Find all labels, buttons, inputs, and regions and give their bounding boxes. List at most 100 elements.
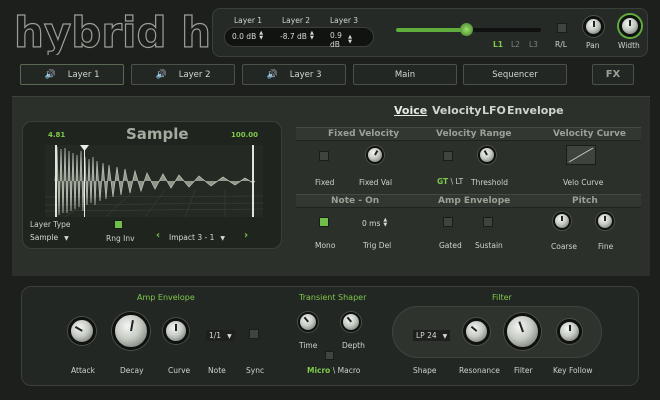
micro-label: Micro (307, 366, 331, 375)
layer-type-value: Sample (30, 233, 59, 242)
layer2-level-spinner[interactable]: -8.7 dB ▲ ▼ (280, 31, 314, 41)
layer-mix-slider-handle[interactable] (460, 23, 473, 36)
micro-macro-separator: \ (330, 366, 338, 375)
tab-layer-2-label: Layer 2 (178, 69, 211, 80)
tab-layer-3[interactable]: 🔊 Layer 3 (242, 64, 346, 85)
layer-type-label: Layer Type (30, 220, 71, 229)
curve-knob[interactable] (163, 318, 189, 344)
trig-del-spinner[interactable]: 0 ms ▲ ▼ (362, 218, 387, 228)
note-value: 1/1 (209, 331, 222, 340)
amp-envelope-title: Amp Envelope (137, 293, 195, 302)
fixed-checkbox[interactable] (319, 151, 329, 161)
coarse-label: Coarse (551, 242, 578, 251)
trig-del-value: 0 ms (362, 218, 381, 228)
filter-title: Filter (492, 293, 512, 302)
tab-layer-1-label: Layer 1 (67, 69, 100, 80)
width-label: Width (618, 41, 640, 50)
prev-sample-icon[interactable]: ‹ (156, 230, 160, 241)
attack-knob[interactable] (68, 317, 96, 345)
depth-knob[interactable] (341, 312, 361, 332)
layer-type-dropdown[interactable]: Sample (30, 233, 69, 242)
decay-knob[interactable] (112, 312, 150, 350)
sample-select-dropdown[interactable]: Impact 3 - 1 (169, 233, 225, 242)
layer-level-group: Layer 1 Layer 2 Layer 3 0.0 dB ▲ ▼ -8.7 dB… (224, 16, 374, 50)
filter-shape-label: Shape (413, 366, 437, 375)
tab-layer-3-label: Layer 3 (289, 69, 322, 80)
layer3-level-label: Layer 3 (330, 16, 359, 25)
note-on-title: Note - On (331, 196, 380, 206)
amp-envelope-small-title: Amp Envelope (438, 196, 511, 206)
rl-label: R/L (555, 40, 567, 49)
tab-main-label: Main (394, 69, 416, 80)
tab-layer-2[interactable]: 🔊 Layer 2 (131, 64, 235, 85)
velocity-range-title: Velocity Range (436, 129, 512, 139)
filter-shape-value: LP 24 (416, 331, 437, 340)
width-knob[interactable] (619, 15, 641, 37)
micro-macro-checkbox[interactable] (325, 351, 334, 360)
fixed-val-knob[interactable] (366, 146, 384, 164)
fine-knob[interactable] (596, 212, 614, 230)
time-label: Time (299, 341, 318, 350)
layer1-level-label: Layer 1 (234, 16, 263, 25)
sync-checkbox[interactable] (249, 329, 259, 339)
velo-curve-label: Velo Curve (563, 178, 604, 187)
tab-sequencer[interactable]: Sequencer (463, 64, 567, 85)
subtab-velocity[interactable]: Velocity (432, 104, 481, 117)
transient-shaper-title: Transient Shaper (299, 293, 367, 302)
filter-knob[interactable] (504, 313, 541, 350)
coarse-knob[interactable] (553, 212, 571, 230)
spinner-arrows-icon: ▲ ▼ (348, 34, 352, 45)
sample-waveform[interactable] (45, 145, 263, 217)
fine-label: Fine (598, 242, 614, 251)
key-follow-knob[interactable] (557, 319, 582, 344)
gt-lt-toggle[interactable]: GT \ LT (437, 177, 463, 186)
sample-name: Impact 3 - 1 (169, 233, 215, 242)
layer2-level-value: -8.7 dB (280, 31, 307, 41)
tab-fx-label: FX (605, 69, 621, 80)
curve-label: Curve (168, 366, 191, 375)
attack-label: Attack (71, 366, 95, 375)
note-label: Note (208, 366, 226, 375)
fixed-label: Fixed (315, 178, 335, 187)
tab-fx[interactable]: FX (592, 64, 634, 85)
macro-label: Macro (337, 366, 361, 375)
rl-checkbox[interactable] (557, 23, 567, 33)
spinner-arrows-icon: ▲ ▼ (309, 30, 314, 41)
tab-layer-1[interactable]: 🔊 Layer 1 (20, 64, 124, 85)
tab-main[interactable]: Main (353, 64, 457, 85)
layer1-level-spinner[interactable]: 0.0 dB ▲ ▼ (232, 31, 263, 41)
sync-label: Sync (246, 366, 265, 375)
rng-inv-checkbox[interactable] (114, 220, 123, 229)
marker-l3: L3 (529, 40, 538, 49)
layer2-level-label: Layer 2 (282, 16, 311, 25)
spinner-arrows-icon: ▲ ▼ (383, 217, 388, 228)
resonance-knob[interactable] (463, 318, 490, 345)
pitch-title: Pitch (572, 196, 598, 206)
gated-checkbox[interactable] (443, 217, 453, 227)
threshold-label: Threshold (471, 178, 508, 187)
mono-label: Mono (315, 241, 336, 250)
note-dropdown[interactable]: 1/1 (206, 330, 235, 341)
subtab-voice[interactable]: Voice (394, 104, 427, 117)
subtab-lfo[interactable]: LFO (482, 104, 506, 117)
rng-inv-label: Rng Inv (106, 234, 135, 243)
app-logo: hybrid hit (12, 3, 246, 57)
lt-label: LT (455, 177, 464, 186)
tab-sequencer-label: Sequencer (492, 69, 538, 80)
velocity-curve-line (568, 147, 594, 163)
pan-knob[interactable] (583, 16, 604, 37)
time-knob[interactable] (298, 312, 318, 332)
micro-macro-toggle[interactable]: Micro \ Macro (307, 366, 360, 375)
sustain-checkbox[interactable] (483, 217, 493, 227)
subtab-envelope[interactable]: Envelope (507, 104, 564, 117)
speaker-icon: 🔊 (266, 69, 278, 80)
filter-shape-dropdown[interactable]: LP 24 (413, 330, 451, 341)
next-sample-icon[interactable]: › (244, 230, 248, 241)
velocity-curve-graph[interactable] (566, 145, 596, 165)
layer3-level-spinner[interactable]: 0.9 dB ▲ ▼ (330, 31, 352, 49)
sustain-label: Sustain (475, 241, 503, 250)
gt-lt-checkbox[interactable] (443, 151, 453, 161)
mono-checkbox[interactable] (319, 217, 329, 227)
layer3-level-value: 0.9 dB (330, 31, 342, 49)
threshold-knob[interactable] (478, 146, 496, 164)
